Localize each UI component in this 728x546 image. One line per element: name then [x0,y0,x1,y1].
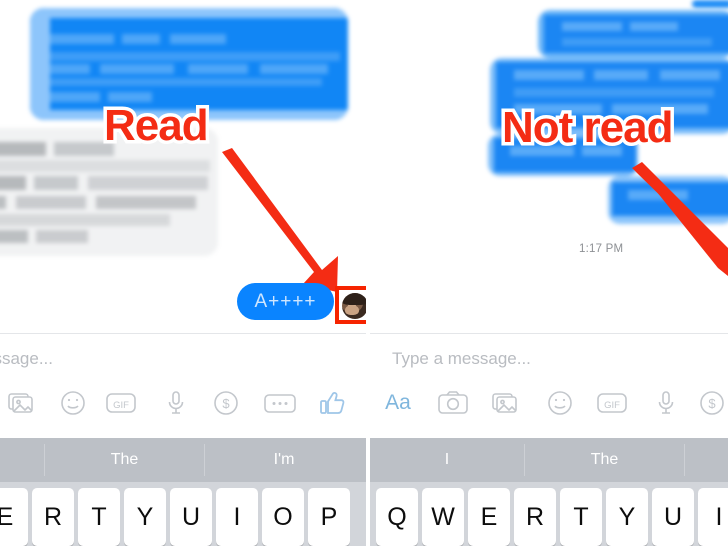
sent-message-text: A++++ [254,290,317,312]
right-message-composer: Type a message... Aa GIF $ [370,333,728,438]
key-I[interactable]: I [698,488,728,546]
gif-icon-label: GIF [604,400,620,411]
suggestion-0[interactable]: I [370,438,524,482]
key-I[interactable]: I [216,488,258,546]
left-message-composer: essage... [0,333,366,438]
key-Y[interactable]: Y [124,488,166,546]
gif-icon-label: GIF [113,400,129,411]
dollar-icon-label: $ [222,396,230,411]
smiley-icon[interactable] [53,382,93,422]
not-read-annotation-label: Not read [498,102,677,153]
right-conversation-area: Not read 1:17 PM [370,0,728,333]
dollar-icon[interactable]: $ [692,382,728,422]
key-Q[interactable]: Q [376,488,418,546]
read-annotation-label: Read [101,100,213,151]
dollar-icon[interactable]: $ [206,382,246,422]
left-key-row: E R T Y U I O P [0,484,366,546]
message-input-placeholder[interactable]: essage... [0,349,53,369]
dollar-icon-label: $ [708,396,716,411]
screenshot-root: Read A++++ essage... [0,0,728,546]
text-format-icon[interactable]: Aa [376,382,416,422]
microphone-icon[interactable] [646,382,686,422]
key-R[interactable]: R [514,488,556,546]
left-keyboard: The I'm E R T Y U I O P [0,438,366,546]
gif-icon[interactable]: GIF [592,382,632,422]
key-E[interactable]: E [468,488,510,546]
key-T[interactable]: T [560,488,602,546]
left-suggestion-bar: The I'm [0,438,366,482]
suggestion-1[interactable]: The [45,438,204,482]
camera-icon[interactable] [433,382,473,422]
photo-gallery-icon[interactable] [2,382,42,422]
right-screenshot-panel: Not read 1:17 PM Type a message... Aa GI… [370,0,728,546]
photo-gallery-icon[interactable] [486,382,526,422]
key-Y[interactable]: Y [606,488,648,546]
suggestion-1[interactable]: The [525,438,684,482]
key-U[interactable]: U [170,488,212,546]
key-E[interactable]: E [0,488,28,546]
key-W[interactable]: W [422,488,464,546]
left-screenshot-panel: Read A++++ essage... [0,0,366,546]
message-timestamp: 1:17 PM [579,243,624,255]
left-conversation-area: Read A++++ [0,0,366,333]
more-options-icon[interactable] [258,382,298,422]
key-O[interactable]: O [262,488,304,546]
key-U[interactable]: U [652,488,694,546]
avatar[interactable] [342,293,366,319]
thumbs-up-icon[interactable] [312,382,352,422]
microphone-icon[interactable] [156,382,196,422]
left-composer-icon-row: GIF $ [0,382,366,428]
message-input-placeholder[interactable]: Type a message... [392,349,531,369]
read-receipt-highlight-box [335,286,366,324]
text-format-icon-label: Aa [385,391,411,414]
right-keyboard: I The Q W E R T Y U I [370,438,728,546]
key-R[interactable]: R [32,488,74,546]
key-T[interactable]: T [78,488,120,546]
smiley-icon[interactable] [540,382,580,422]
gif-icon[interactable]: GIF [101,382,141,422]
suggestion-2[interactable] [685,438,728,482]
sent-message-bubble[interactable]: A++++ [237,283,334,320]
right-key-row: Q W E R T Y U I [370,484,728,546]
suggestion-0[interactable] [0,438,44,482]
right-suggestion-bar: I The [370,438,728,482]
suggestion-2[interactable]: I'm [205,438,363,482]
key-P[interactable]: P [308,488,350,546]
right-composer-icon-row: Aa GIF $ [370,382,728,428]
